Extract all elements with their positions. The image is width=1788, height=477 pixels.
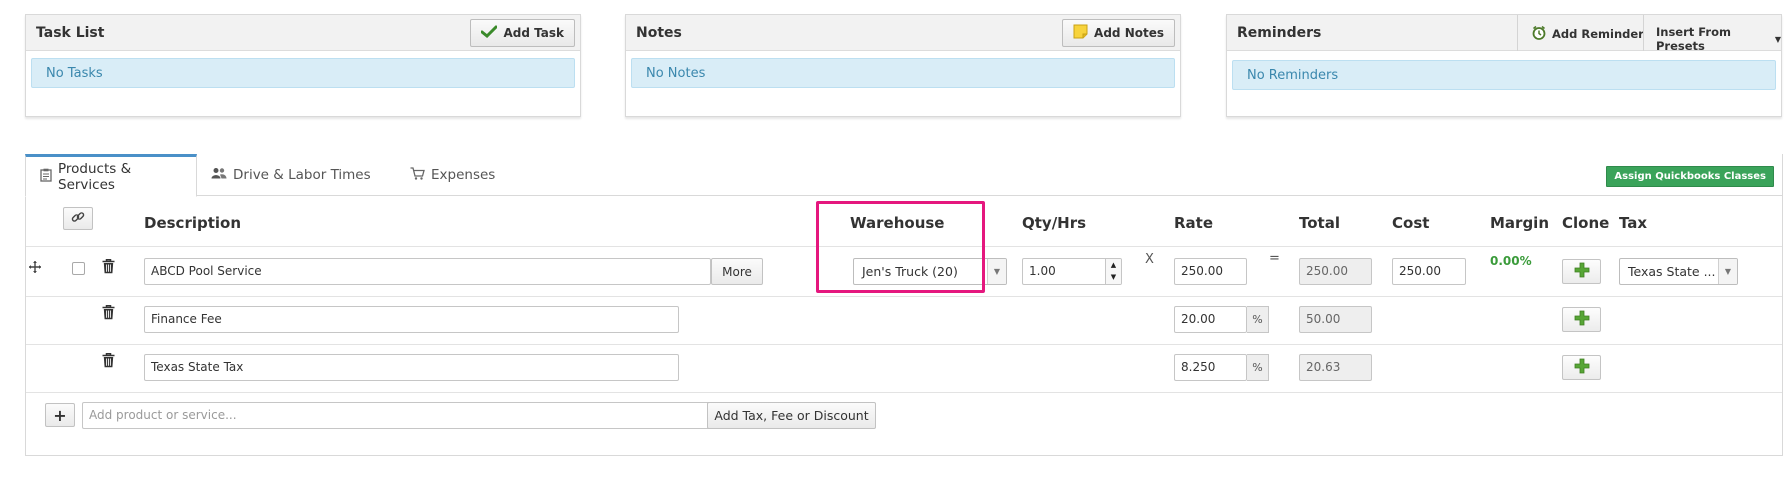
column-margin: Margin — [1490, 214, 1550, 232]
description-input[interactable]: Finance Fee — [144, 306, 679, 333]
add-tax-fee-discount-button[interactable]: Add Tax, Fee or Discount — [707, 402, 876, 429]
notes-header: Notes Add Notes — [626, 15, 1180, 51]
column-cost: Cost — [1392, 214, 1430, 232]
warehouse-value: Jen's Truck (20) — [862, 264, 958, 279]
column-clone: Clone — [1562, 214, 1610, 232]
more-button[interactable]: More — [711, 258, 763, 285]
tax-select[interactable]: Texas State ... ▼ — [1619, 258, 1738, 285]
drag-handle-icon[interactable] — [29, 261, 41, 276]
column-rate: Rate — [1174, 214, 1214, 232]
row-divider — [26, 344, 1782, 345]
row-divider — [26, 392, 1782, 393]
qty-value: 1.00 — [1029, 264, 1056, 278]
caret-down-icon: ▼ — [1774, 34, 1781, 44]
tab-drive-label: Drive & Labor Times — [233, 167, 371, 183]
column-tax: Tax — [1619, 214, 1648, 232]
times-symbol: X — [1145, 252, 1154, 267]
tab-bar: Products & Services Drive & Labor Times … — [25, 154, 1782, 197]
tab-expenses[interactable]: Expenses — [396, 154, 509, 196]
task-list-header: Task List Add Task — [26, 15, 580, 51]
column-qty-hrs: Qty/Hrs — [1022, 214, 1087, 232]
notes-panel: Notes Add Notes No Notes — [625, 14, 1181, 117]
add-notes-button[interactable]: Add Notes — [1062, 19, 1175, 47]
rate-input[interactable]: 20.00 — [1174, 306, 1247, 333]
row-divider — [26, 246, 1782, 247]
add-reminder-button[interactable]: Add Reminder — [1532, 25, 1644, 43]
trash-icon[interactable] — [102, 353, 115, 371]
plus-icon — [1574, 358, 1590, 377]
tab-products-services[interactable]: Products & Services — [25, 154, 197, 197]
trash-icon[interactable] — [102, 259, 115, 277]
description-input[interactable]: Texas State Tax — [144, 354, 679, 381]
reminders-header: Reminders Add Reminder Insert From Prese… — [1227, 15, 1781, 53]
header-divider — [1517, 15, 1518, 51]
column-description: Description — [144, 214, 242, 232]
total-field: 20.63 — [1299, 354, 1372, 381]
no-notes-message: No Notes — [631, 58, 1175, 88]
equals-symbol: = — [1269, 251, 1280, 266]
alarm-clock-icon — [1532, 25, 1546, 43]
description-input[interactable]: ABCD Pool Service — [144, 258, 711, 285]
row-divider — [26, 296, 1782, 297]
rate-input[interactable]: 8.250 — [1174, 354, 1247, 381]
cost-input[interactable]: 250.00 — [1392, 258, 1466, 285]
tab-expenses-label: Expenses — [431, 167, 496, 183]
chevron-down-icon: ▼ — [987, 259, 1006, 284]
total-field: 50.00 — [1299, 306, 1372, 333]
tax-value: Texas State ... — [1628, 264, 1716, 279]
link-icon — [71, 210, 85, 227]
warehouse-select[interactable]: Jen's Truck (20) ▼ — [853, 258, 1007, 285]
clone-button[interactable] — [1562, 259, 1601, 284]
notes-title: Notes — [636, 25, 682, 41]
add-task-button[interactable]: Add Task — [470, 19, 575, 47]
tab-products-label: Products & Services — [58, 160, 132, 193]
qty-stepper[interactable]: ▲ ▼ — [1105, 259, 1121, 284]
percent-addon: % — [1247, 306, 1269, 333]
add-reminder-label: Add Reminder — [1552, 27, 1644, 41]
assign-quickbooks-classes-button[interactable]: Assign Quickbooks Classes — [1606, 166, 1774, 187]
plus-icon — [1574, 262, 1590, 281]
add-task-label: Add Task — [503, 26, 564, 40]
task-list-title: Task List — [36, 25, 105, 41]
qty-input[interactable]: 1.00 ▲ ▼ — [1022, 258, 1122, 285]
link-toggle-button[interactable] — [63, 207, 93, 230]
margin-value: 0.00% — [1490, 254, 1532, 268]
add-notes-label: Add Notes — [1094, 26, 1164, 40]
clone-button[interactable] — [1562, 307, 1601, 332]
tab-drive-labor-times[interactable]: Drive & Labor Times — [197, 154, 385, 196]
add-item-button[interactable]: + — [45, 403, 75, 427]
presets-label: Insert From Presets — [1656, 25, 1731, 53]
no-reminders-message: No Reminders — [1232, 60, 1776, 90]
column-total: Total — [1299, 214, 1340, 232]
no-tasks-message: No Tasks — [31, 58, 575, 88]
header-divider — [1643, 15, 1644, 51]
products-section: Products & Services Drive & Labor Times … — [25, 154, 1783, 456]
cart-icon — [410, 166, 425, 184]
reminders-panel: Reminders Add Reminder Insert From Prese… — [1226, 14, 1782, 117]
reminders-title: Reminders — [1237, 25, 1322, 41]
clone-button[interactable] — [1562, 355, 1601, 380]
chevron-down-icon: ▼ — [1718, 259, 1737, 284]
checkmark-icon — [480, 25, 498, 41]
sticky-note-icon — [1073, 24, 1088, 42]
rate-input[interactable]: 250.00 — [1174, 258, 1247, 285]
task-list-panel: Task List Add Task No Tasks — [25, 14, 581, 117]
percent-addon: % — [1247, 354, 1269, 381]
row-checkbox[interactable] — [72, 262, 85, 275]
total-field: 250.00 — [1299, 258, 1372, 285]
plus-icon — [1574, 310, 1590, 329]
add-product-input[interactable]: Add product or service... — [82, 402, 724, 429]
clipboard-icon — [40, 168, 52, 186]
insert-from-presets-dropdown[interactable]: Insert From Presets ▼ — [1656, 25, 1781, 53]
trash-icon[interactable] — [102, 305, 115, 323]
users-icon — [211, 167, 227, 183]
column-warehouse: Warehouse — [850, 214, 945, 232]
